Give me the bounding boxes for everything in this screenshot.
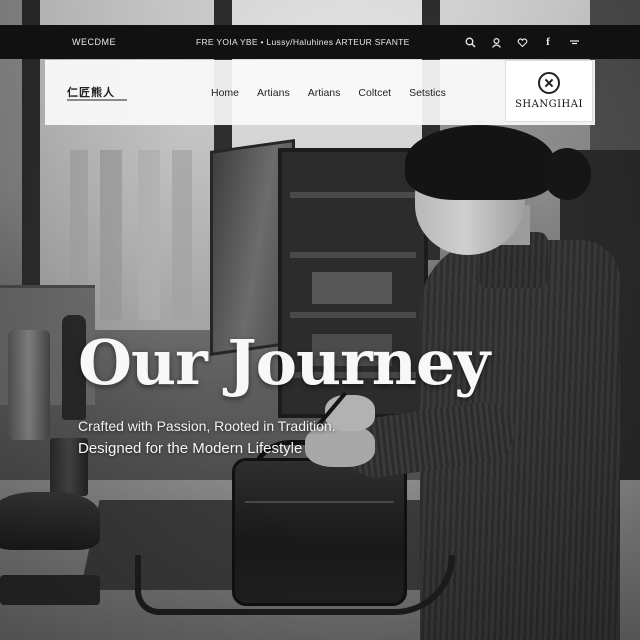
hero-tagline-line2: Designed for the Modern Lifestyle [78,440,303,457]
shanghai-logo[interactable]: SHANGIHAI [505,60,593,122]
nav-link-artisans[interactable]: Artians [257,87,290,99]
logo-emblem-icon [538,72,560,94]
utility-icons: f [464,36,580,48]
hero-headline: Our Journey [78,326,490,399]
logo-text: SHANGIHAI [515,99,583,110]
user-icon[interactable] [490,36,502,48]
promo-text[interactable]: FRE YOIA YBE • Lussy/Haluhines ARTEUR SF… [196,37,410,47]
brand-underline [67,99,127,101]
nav-links: Home Artians Artians Coltcet Setstics [211,87,446,99]
search-icon[interactable] [464,36,476,48]
main-navbar: 仁匠熊人 Home Artians Artians Coltcet Setsti… [45,60,595,125]
menu-icon[interactable] [568,36,580,48]
nav-link-stories[interactable]: Setstics [409,87,446,99]
facebook-icon[interactable]: f [542,36,554,48]
nav-link-home[interactable]: Home [211,87,239,99]
nav-link-collection[interactable]: Coltcet [358,87,391,99]
brand-logo-text[interactable]: 仁匠熊人 [67,84,115,100]
hero-tagline-line1: Crafted with Passion, Rooted in Traditio… [78,418,336,434]
welcome-text: WECDME [72,37,116,47]
wishlist-icon[interactable] [516,36,528,48]
nav-link-artisans-2[interactable]: Artians [308,87,341,99]
top-utility-bar: WECDME FRE YOIA YBE • Lussy/Haluhines AR… [0,25,640,59]
